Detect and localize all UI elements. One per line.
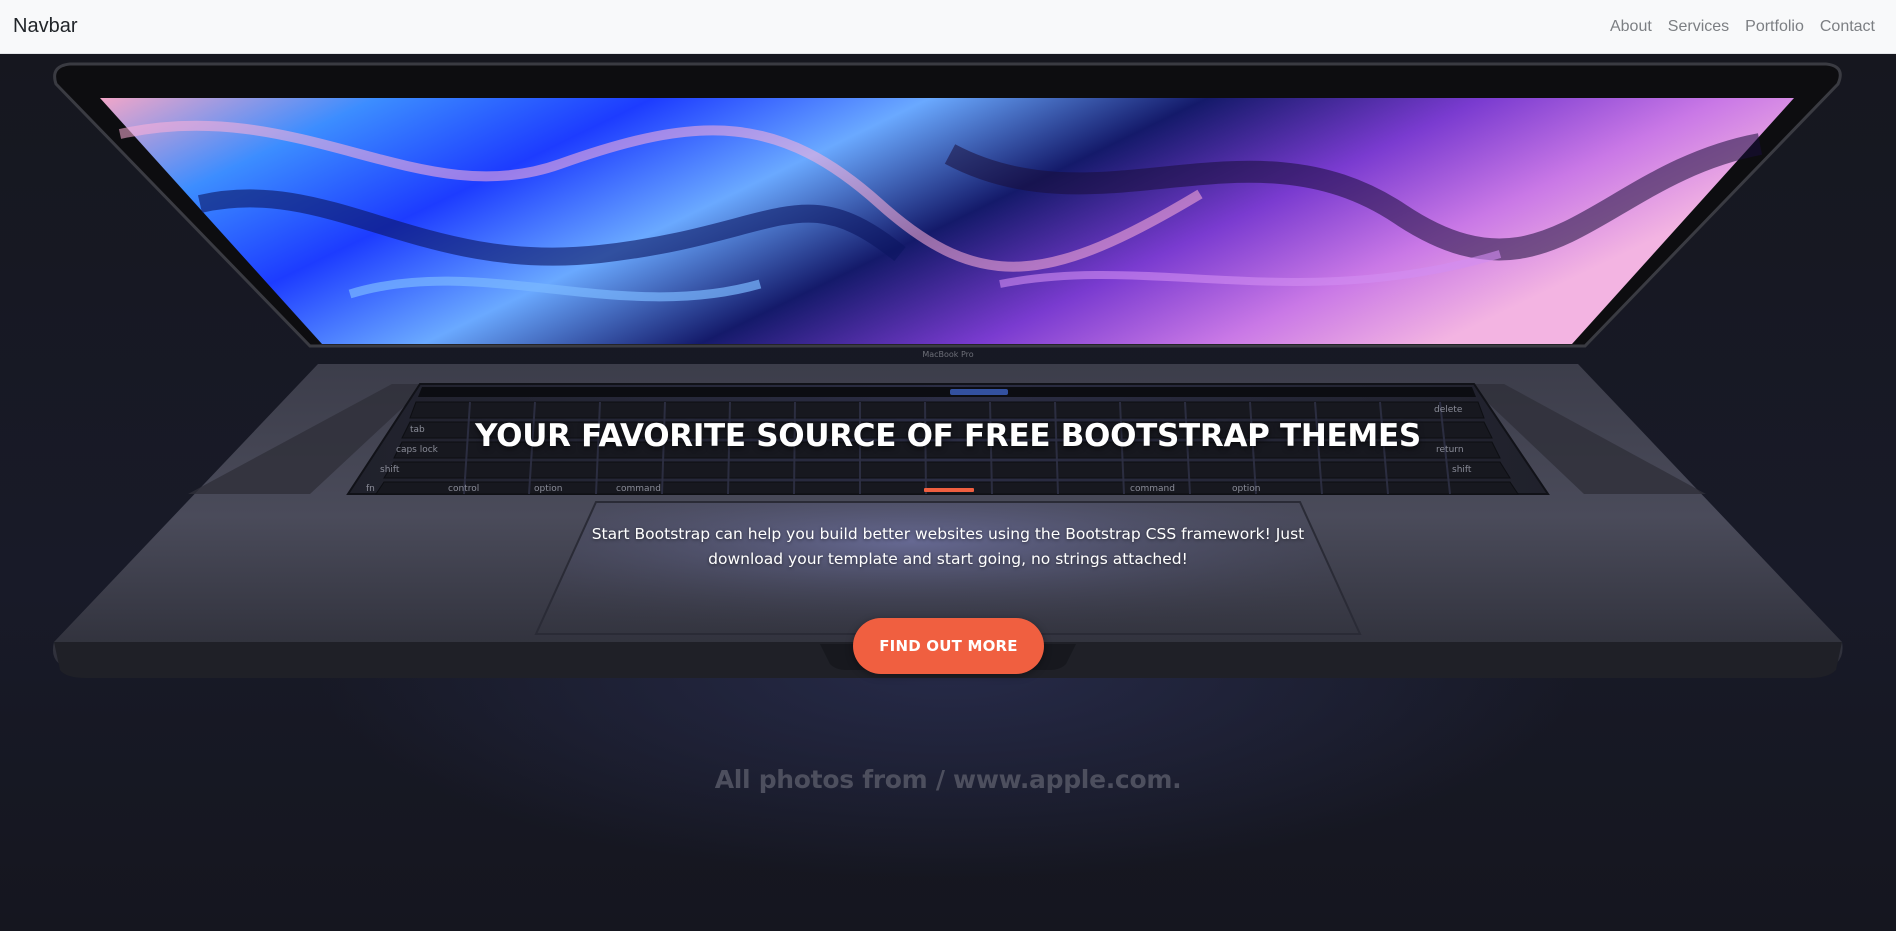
nav-link-contact[interactable]: Contact xyxy=(1812,18,1875,36)
navbar: Navbar About Services Portfolio Contact xyxy=(0,0,1896,54)
navbar-brand[interactable]: Navbar xyxy=(13,15,77,38)
hero-title: YOUR FAVORITE SOURCE OF FREE BOOTSTRAP T… xyxy=(475,418,1421,454)
photo-credit: All photos from / www.apple.com. xyxy=(714,765,1182,794)
nav-link-about[interactable]: About xyxy=(1602,18,1660,36)
find-out-more-button[interactable]: FIND OUT MORE xyxy=(853,618,1044,674)
hero-lead-text: Start Bootstrap can help you build bette… xyxy=(591,525,1305,568)
nav-link-portfolio[interactable]: Portfolio xyxy=(1737,18,1812,36)
hero-section: MacBook Pro tab caps lock shift fn contr… xyxy=(0,54,1896,931)
nav-link-services[interactable]: Services xyxy=(1660,18,1737,36)
hero-content: YOUR FAVORITE SOURCE OF FREE BOOTSTRAP T… xyxy=(0,54,1896,931)
hero-divider xyxy=(924,488,974,492)
nav-links: About Services Portfolio Contact xyxy=(1602,18,1875,36)
